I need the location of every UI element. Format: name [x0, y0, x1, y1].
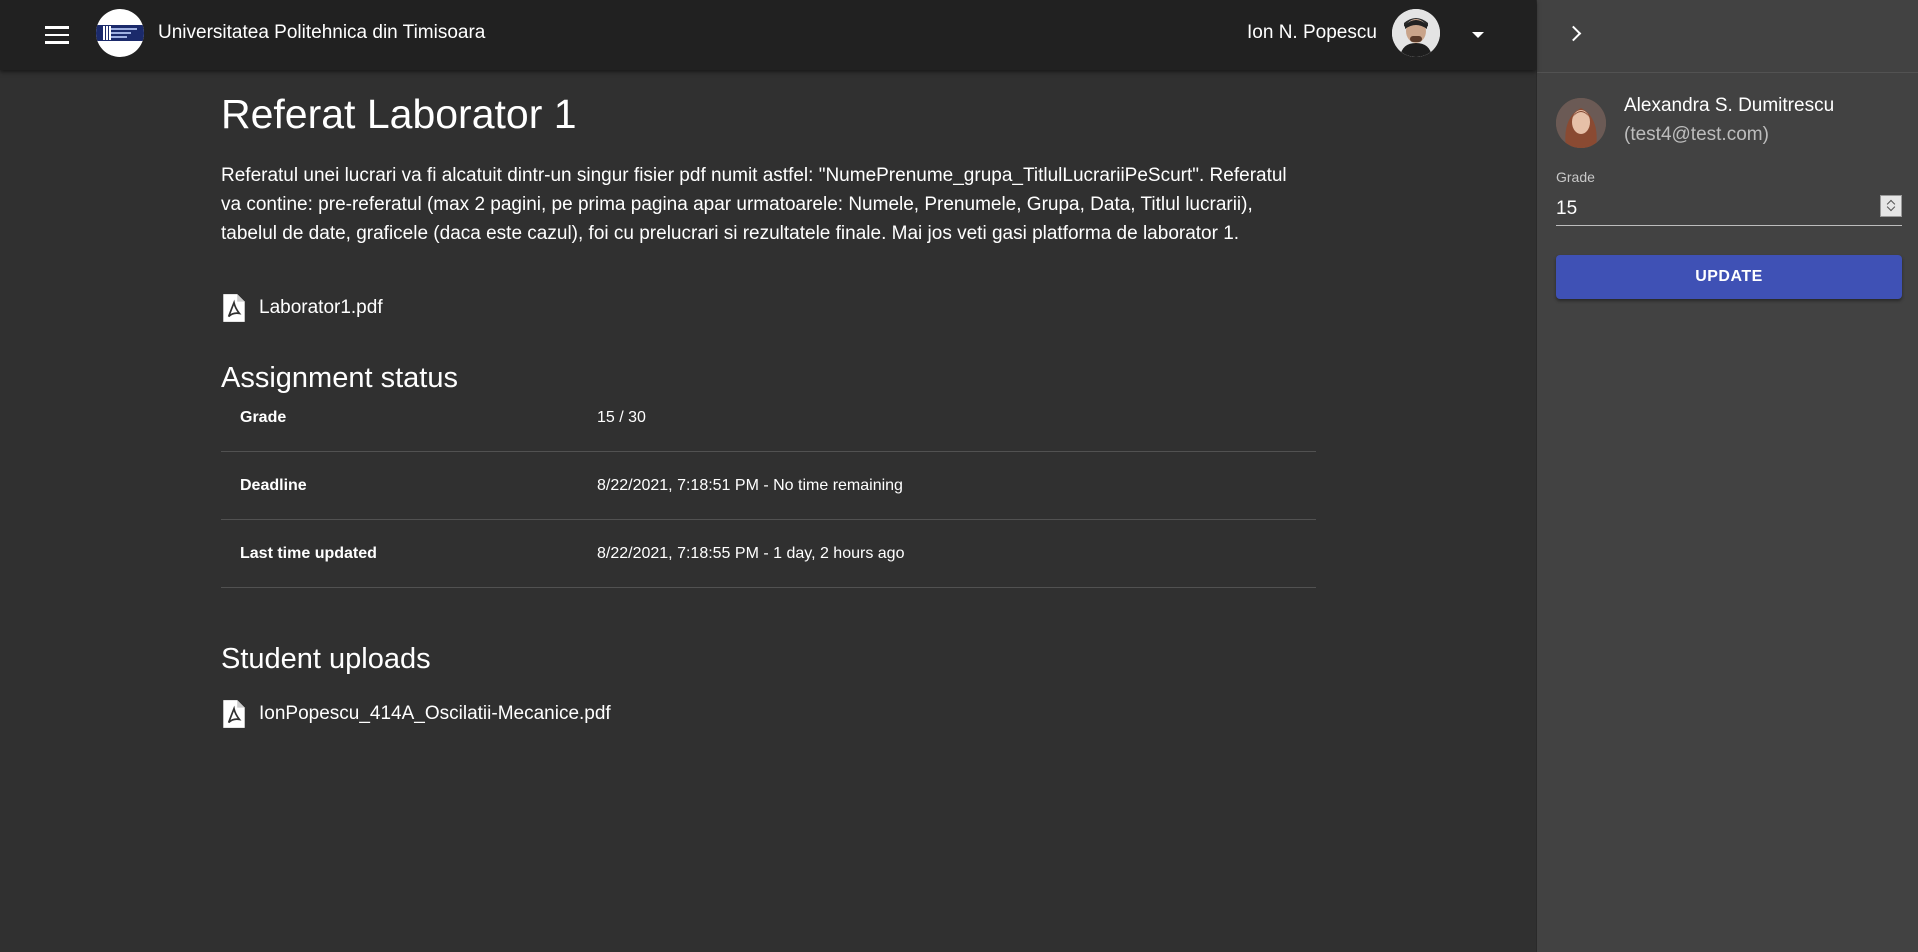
assignment-description: Referatul unei lucrari va fi alcatuit di… [221, 165, 1287, 244]
arrow-drop-down-icon[interactable] [1466, 23, 1490, 47]
university-logo[interactable] [96, 9, 144, 57]
status-label: Last time updated [240, 544, 377, 562]
attachment-filename: Laborator1.pdf [259, 297, 383, 318]
status-label: Grade [240, 408, 287, 426]
status-label: Deadline [240, 476, 307, 494]
uploaded-file-link[interactable]: IonPopescu_414A_Oscilatii-Mecanice.pdf [221, 699, 611, 729]
current-user-name: Ion N. Popescu [1247, 22, 1377, 43]
grade-label: Grade [1556, 169, 1595, 185]
user-avatar[interactable] [1392, 9, 1440, 57]
page-title: Referat Laborator 1 [221, 91, 577, 137]
status-value: 15 / 30 [597, 408, 646, 426]
status-value: 8/22/2021, 7:18:55 PM - 1 day, 2 hours a… [597, 544, 905, 562]
status-value: 8/22/2021, 7:18:51 PM - No time remainin… [597, 476, 903, 494]
student-avatar [1556, 98, 1606, 148]
uploaded-filename: IonPopescu_414A_Oscilatii-Mecanice.pdf [259, 703, 611, 724]
status-row-deadline: Deadline 8/22/2021, 7:18:51 PM - No time… [221, 452, 1316, 520]
status-row-last-updated: Last time updated 8/22/2021, 7:18:55 PM … [221, 520, 1316, 588]
status-row-grade: Grade 15 / 30 [221, 384, 1316, 452]
grade-field [1556, 190, 1902, 226]
app-bar: Universitatea Politehnica din Timisoara … [0, 0, 1536, 70]
pdf-file-icon [223, 294, 245, 322]
student-name: Alexandra S. Dumitrescu [1624, 95, 1835, 116]
grade-stepper[interactable] [1880, 195, 1902, 217]
university-name: Universitatea Politehnica din Timisoara [158, 22, 486, 43]
student-email: (test4@test.com) [1624, 124, 1769, 145]
grading-drawer: Alexandra S. Dumitrescu (test4@test.com)… [1536, 0, 1918, 952]
menu-icon[interactable] [40, 21, 74, 49]
grade-input[interactable] [1556, 190, 1856, 224]
student-uploads-title: Student uploads [221, 643, 431, 675]
drawer-header [1537, 0, 1918, 73]
chevron-right-icon[interactable] [1563, 22, 1587, 46]
pdf-file-icon [223, 700, 245, 728]
attachment-link[interactable]: Laborator1.pdf [221, 293, 383, 323]
update-button[interactable]: UPDATE [1556, 255, 1902, 299]
